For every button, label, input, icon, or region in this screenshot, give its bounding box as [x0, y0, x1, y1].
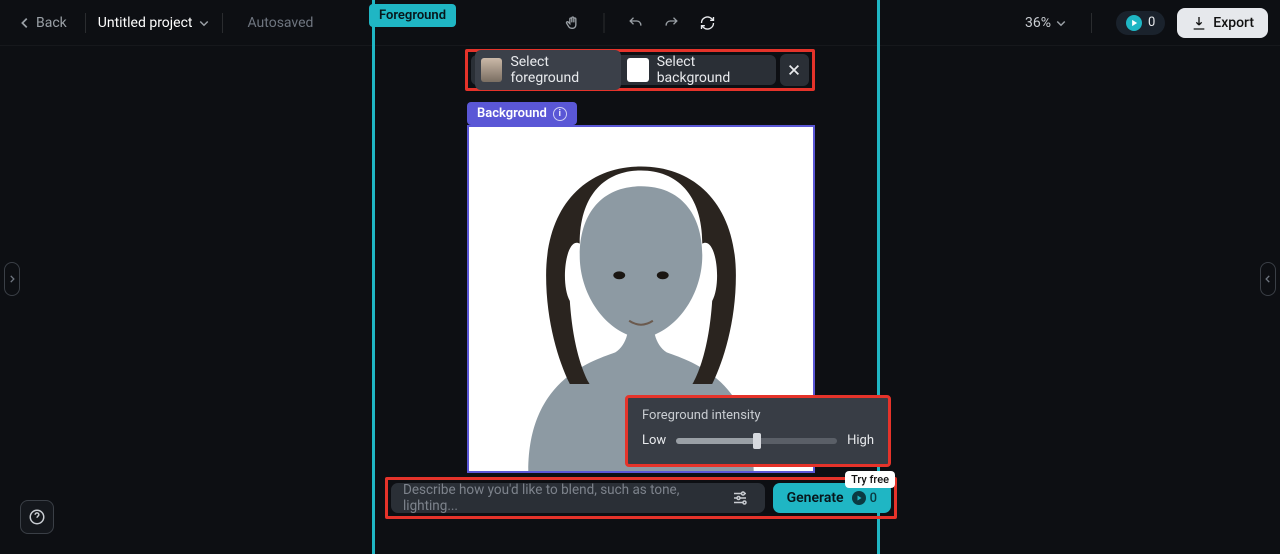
- generate-cost: 0: [852, 491, 877, 506]
- prompt-bar: Describe how you'd like to blend, such a…: [385, 477, 897, 519]
- select-background-label: Select background: [657, 54, 760, 86]
- chevron-down-icon: [198, 17, 210, 29]
- select-foreground-label: Select foreground: [510, 54, 609, 86]
- project-name-dropdown[interactable]: Untitled project: [98, 15, 211, 31]
- sliders-icon: [731, 489, 749, 507]
- intensity-row: Low High: [642, 433, 874, 448]
- project-name-text: Untitled project: [98, 15, 193, 31]
- back-button[interactable]: Back: [12, 11, 73, 35]
- redo-button[interactable]: [663, 14, 681, 32]
- undo-button[interactable]: [627, 14, 645, 32]
- prompt-settings-button[interactable]: [727, 485, 752, 511]
- intensity-slider[interactable]: [676, 438, 837, 444]
- autosaved-status: Autosaved: [247, 15, 313, 31]
- selection-bar-inner: Select foreground Select background: [471, 55, 776, 85]
- undo-icon: [628, 15, 644, 31]
- close-icon: [787, 63, 801, 77]
- background-pill[interactable]: Background i: [467, 102, 577, 125]
- divider: [222, 13, 223, 33]
- zoom-dropdown[interactable]: 36%: [1025, 15, 1067, 31]
- close-selection-button[interactable]: [780, 54, 809, 86]
- divider: [1091, 13, 1092, 33]
- info-icon: i: [553, 107, 567, 121]
- back-label: Back: [36, 15, 67, 31]
- background-thumb: [627, 58, 648, 82]
- coin-icon: [852, 491, 866, 505]
- help-button[interactable]: [20, 500, 54, 534]
- generate-button[interactable]: Generate 0 Try free: [773, 483, 891, 513]
- refresh-icon: [700, 15, 716, 31]
- background-pill-label: Background: [477, 106, 547, 121]
- try-free-badge: Try free: [845, 471, 895, 488]
- play-icon: [855, 494, 863, 502]
- hand-icon: [565, 15, 581, 31]
- intensity-low-label: Low: [642, 433, 666, 448]
- help-icon: [28, 508, 46, 526]
- intensity-panel: Foreground intensity Low High: [625, 395, 891, 467]
- download-icon: [1191, 15, 1207, 31]
- export-label: Export: [1213, 15, 1254, 31]
- refresh-button[interactable]: [699, 14, 717, 32]
- redo-icon: [664, 15, 680, 31]
- credit-chip[interactable]: 0: [1116, 11, 1165, 35]
- select-foreground-button[interactable]: Select foreground: [475, 50, 621, 90]
- chevron-left-icon: [1263, 274, 1273, 284]
- export-button[interactable]: Export: [1177, 8, 1268, 38]
- hand-tool-button[interactable]: [564, 14, 582, 32]
- mode-pill: Foreground: [369, 4, 456, 27]
- intensity-title: Foreground intensity: [642, 408, 874, 423]
- center-tools: [564, 0, 717, 46]
- play-icon: [1129, 18, 1139, 28]
- foreground-thumb: [481, 58, 502, 82]
- credit-count: 0: [1148, 15, 1155, 30]
- prompt-input[interactable]: Describe how you'd like to blend, such a…: [391, 483, 765, 513]
- divider: [85, 13, 86, 33]
- intensity-slider-thumb[interactable]: [753, 433, 761, 449]
- chevron-left-icon: [18, 16, 32, 30]
- intensity-high-label: High: [847, 433, 874, 448]
- divider: [604, 13, 605, 33]
- generate-cost-value: 0: [870, 491, 877, 506]
- zoom-value: 36%: [1025, 15, 1051, 31]
- topbar: Back Untitled project Autosaved 36%: [0, 0, 1280, 46]
- chevron-right-icon: [7, 274, 17, 284]
- expand-left-handle[interactable]: [4, 262, 20, 296]
- select-background-button[interactable]: Select background: [621, 50, 772, 90]
- selection-bar: Select foreground Select background: [465, 49, 815, 91]
- credit-icon: [1126, 15, 1142, 31]
- prompt-placeholder: Describe how you'd like to blend, such a…: [403, 482, 727, 514]
- generate-label: Generate: [787, 490, 844, 506]
- expand-right-handle[interactable]: [1260, 262, 1276, 296]
- chevron-down-icon: [1055, 17, 1067, 29]
- right-tools: 36% 0 Export: [1025, 8, 1268, 38]
- intensity-slider-fill: [676, 438, 756, 444]
